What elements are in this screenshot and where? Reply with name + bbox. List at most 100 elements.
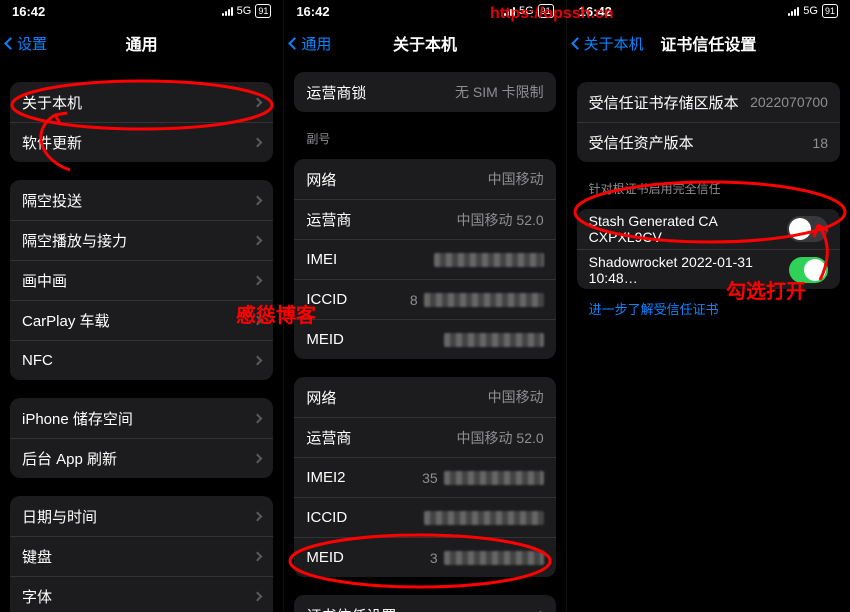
row-value: 中国移动 <box>488 387 544 407</box>
group-storage: iPhone 储存空间 后台 App 刷新 <box>10 398 273 478</box>
signal-icon <box>504 6 515 16</box>
row-cert-shadowrocket[interactable]: Shadowrocket 2022-01-31 10:48… <box>577 249 840 289</box>
row-iccid[interactable]: ICCID 8 <box>294 279 555 319</box>
status-bar: 16:42 5G 91 <box>0 0 283 22</box>
row-pip[interactable]: 画中画 <box>10 260 273 300</box>
nav-bar: 通用 关于本机 <box>284 22 565 64</box>
back-label: 设置 <box>17 33 47 54</box>
page-title: 通用 <box>126 31 158 55</box>
status-time: 16:42 <box>12 4 45 19</box>
back-button[interactable]: 设置 <box>6 33 47 54</box>
row-about[interactable]: 关于本机 <box>10 82 273 122</box>
row-carrier[interactable]: 运营商中国移动 52.0 <box>294 199 555 239</box>
redacted-value <box>444 333 544 347</box>
chevron-right-icon <box>253 195 263 205</box>
row-trust-asset-version: 受信任资产版本 18 <box>577 122 840 162</box>
row-label: ICCID <box>306 291 347 308</box>
screen-cert-trust: 16:42 5G 91 关于本机 证书信任设置 受信任证书存储区版本 20220… <box>567 0 850 612</box>
row-label: 证书信任设置 <box>306 605 396 612</box>
screen-about: 16:42 5G 91 通用 关于本机 运营商锁 无 SIM 卡限制 副号 网络… <box>283 0 566 612</box>
learn-more-link[interactable]: 进一步了解受信任证书 <box>589 302 719 317</box>
chevron-right-icon <box>253 236 263 246</box>
row-carrier-lock[interactable]: 运营商锁 无 SIM 卡限制 <box>294 72 555 112</box>
chevron-right-icon <box>253 138 263 148</box>
status-net: 5G <box>803 5 818 17</box>
nav-bar: 关于本机 证书信任设置 <box>567 22 850 64</box>
chevron-right-icon <box>253 454 263 464</box>
chevron-right-icon <box>253 592 263 602</box>
row-label: 网络 <box>306 387 336 408</box>
row-label: 网络 <box>306 169 336 190</box>
chevron-right-icon <box>253 552 263 562</box>
chevron-right-icon <box>253 413 263 423</box>
row-value <box>418 511 544 525</box>
section-header-sim2: 副号 <box>284 112 565 151</box>
row-trust-store-version: 受信任证书存储区版本 2022070700 <box>577 82 840 122</box>
row-imei2[interactable]: IMEI2 35 <box>294 457 555 497</box>
redacted-value <box>444 551 544 565</box>
row-meid-2[interactable]: MEID 3 <box>294 537 555 577</box>
back-button[interactable]: 通用 <box>290 33 331 54</box>
row-label: IMEI2 <box>306 469 345 486</box>
row-value: 35 <box>422 470 544 486</box>
row-software-update[interactable]: 软件更新 <box>10 122 273 162</box>
signal-icon <box>788 6 799 16</box>
row-label: 字体 <box>22 586 52 607</box>
row-imei[interactable]: IMEI <box>294 239 555 279</box>
battery-icon: 91 <box>538 4 554 18</box>
row-network-2[interactable]: 网络 中国移动 <box>294 377 555 417</box>
switch-shadowrocket-ca[interactable] <box>789 257 828 283</box>
chevron-right-icon <box>253 511 263 521</box>
row-carplay[interactable]: CarPlay 车载 <box>10 300 273 340</box>
group-sim2: 网络 中国移动 运营商中国移动 52.0 IMEI2 35 ICCID MEID 3 <box>294 377 555 577</box>
signal-icon <box>222 6 233 16</box>
row-value: 8 <box>410 292 544 308</box>
row-value: 无 SIM 卡限制 <box>455 82 544 102</box>
back-label: 通用 <box>301 33 331 54</box>
row-value <box>428 253 544 267</box>
battery-icon: 91 <box>255 4 271 18</box>
row-datetime[interactable]: 日期与时间 <box>10 496 273 536</box>
row-storage[interactable]: iPhone 储存空间 <box>10 398 273 438</box>
row-carrier-2[interactable]: 运营商中国移动 52.0 <box>294 417 555 457</box>
screen-general: 16:42 5G 91 设置 通用 关于本机 软件更新 <box>0 0 283 612</box>
row-label: CarPlay 车载 <box>22 310 110 331</box>
row-label: 日期与时间 <box>22 506 97 527</box>
status-time: 16:42 <box>296 4 329 19</box>
row-airplay[interactable]: 隔空播放与接力 <box>10 220 273 260</box>
status-bar: 16:42 5G 91 <box>567 0 850 22</box>
row-value <box>438 333 544 347</box>
row-label: 隔空投送 <box>22 190 82 211</box>
row-background-refresh[interactable]: 后台 App 刷新 <box>10 438 273 478</box>
group-about: 关于本机 软件更新 <box>10 82 273 162</box>
group-system: 日期与时间 键盘 字体 语言与地区 词典 <box>10 496 273 612</box>
redacted-value <box>444 471 544 485</box>
group-connectivity: 隔空投送 隔空播放与接力 画中画 CarPlay 车载 NFC <box>10 180 273 380</box>
chevron-right-icon <box>253 316 263 326</box>
status-net: 5G <box>519 5 534 17</box>
row-value: 2022070700 <box>750 94 828 110</box>
row-value: 中国移动 52.0 <box>457 210 544 230</box>
row-value: 3 <box>430 550 544 566</box>
page-title: 证书信任设置 <box>660 31 756 55</box>
row-fonts[interactable]: 字体 <box>10 576 273 612</box>
row-label: iPhone 储存空间 <box>22 408 133 429</box>
row-keyboard[interactable]: 键盘 <box>10 536 273 576</box>
row-label: 关于本机 <box>22 92 82 113</box>
chevron-left-icon <box>4 37 17 50</box>
row-label: MEID <box>306 549 344 566</box>
row-meid[interactable]: MEID <box>294 319 555 359</box>
row-label: 运营商 <box>306 427 351 448</box>
row-iccid-2[interactable]: ICCID <box>294 497 555 537</box>
row-cert-stash[interactable]: Stash Generated CA CXPXL9CV <box>577 209 840 249</box>
chevron-right-icon <box>253 356 263 366</box>
link-learn-more[interactable]: 进一步了解受信任证书 <box>567 289 850 329</box>
row-nfc[interactable]: NFC <box>10 340 273 380</box>
row-cert-trust[interactable]: 证书信任设置 <box>294 595 555 612</box>
row-airdrop[interactable]: 隔空投送 <box>10 180 273 220</box>
redacted-value <box>424 293 544 307</box>
switch-stash-ca[interactable] <box>787 216 828 242</box>
back-button[interactable]: 关于本机 <box>573 33 644 54</box>
group-sim1: 网络中国移动 运营商中国移动 52.0 IMEI ICCID 8 MEID <box>294 159 555 359</box>
row-network[interactable]: 网络中国移动 <box>294 159 555 199</box>
